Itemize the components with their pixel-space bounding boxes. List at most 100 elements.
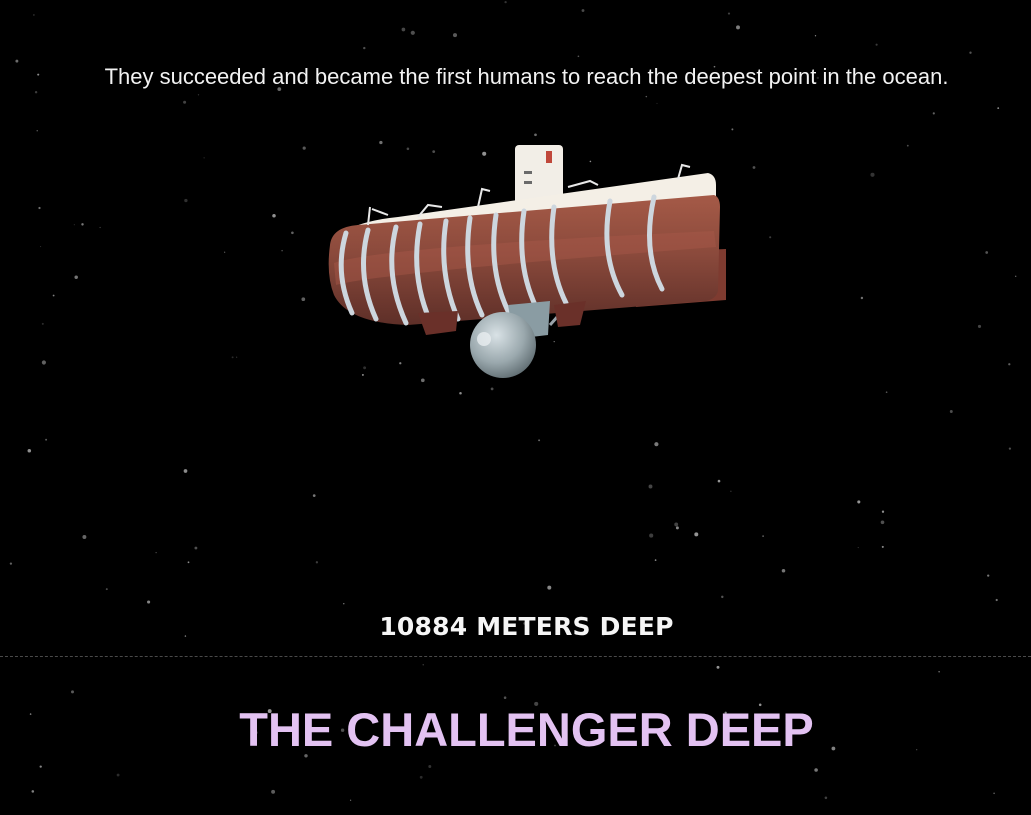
star	[814, 768, 818, 772]
star	[231, 356, 234, 359]
star	[649, 533, 654, 538]
star	[82, 535, 87, 539]
star	[33, 14, 35, 16]
star	[183, 100, 187, 104]
star	[648, 484, 653, 489]
star	[875, 43, 878, 46]
star	[116, 773, 120, 777]
star	[45, 438, 48, 441]
star	[39, 765, 42, 768]
star	[302, 146, 306, 150]
depth-divider-line	[0, 656, 1031, 657]
star	[73, 224, 75, 226]
star	[363, 46, 366, 50]
star	[1008, 447, 1012, 450]
starfield-background	[9, 0, 1017, 801]
star	[932, 112, 935, 115]
star	[155, 552, 157, 554]
star	[997, 107, 1000, 109]
star	[271, 789, 276, 794]
star	[343, 603, 345, 605]
star	[977, 324, 982, 328]
star	[272, 213, 276, 218]
star	[721, 595, 724, 599]
star	[762, 535, 764, 537]
star	[656, 102, 658, 104]
star	[41, 322, 44, 325]
star	[452, 33, 458, 38]
star	[504, 0, 507, 4]
star	[860, 296, 864, 300]
star	[38, 206, 41, 210]
star	[401, 27, 406, 32]
star	[654, 559, 657, 561]
depth-label: 10884 METERS DEEP	[379, 612, 674, 641]
star	[1014, 275, 1017, 278]
star	[645, 95, 648, 98]
zone-title: THE CHALLENGER DEEP	[239, 703, 814, 756]
star	[36, 130, 38, 132]
star	[985, 251, 989, 254]
story-caption: They succeeded and became the first huma…	[104, 64, 949, 89]
star	[885, 391, 888, 394]
star	[987, 574, 990, 577]
star	[880, 520, 885, 525]
star	[41, 360, 46, 365]
star	[224, 251, 226, 253]
star	[428, 765, 432, 768]
star	[301, 297, 306, 302]
star	[187, 561, 190, 564]
star	[857, 500, 861, 504]
star	[99, 226, 101, 229]
star	[752, 166, 756, 169]
star	[938, 671, 940, 673]
star	[419, 775, 423, 779]
star	[40, 246, 42, 248]
star	[881, 510, 885, 513]
star	[547, 585, 552, 590]
star	[538, 439, 541, 442]
star	[34, 91, 38, 94]
star	[730, 490, 732, 492]
star	[81, 223, 84, 226]
star	[1008, 363, 1011, 366]
star	[312, 494, 316, 497]
star	[184, 198, 188, 203]
star	[15, 59, 19, 63]
bathyscaphe-illustration	[318, 135, 738, 385]
star	[315, 561, 319, 564]
star	[71, 690, 74, 694]
star	[349, 799, 352, 801]
star	[731, 128, 734, 131]
star	[949, 410, 953, 413]
star	[906, 144, 909, 147]
star	[281, 249, 283, 252]
star	[459, 392, 462, 395]
star	[577, 55, 580, 58]
star	[31, 790, 35, 793]
star	[674, 522, 679, 527]
star	[727, 12, 731, 15]
star	[769, 236, 772, 239]
star	[503, 696, 507, 699]
star	[814, 35, 817, 37]
star	[824, 796, 828, 800]
star	[870, 172, 875, 177]
star	[203, 157, 205, 159]
star	[27, 448, 32, 453]
star	[291, 231, 294, 235]
star	[74, 275, 78, 280]
star	[105, 588, 108, 591]
star	[581, 9, 585, 12]
star	[410, 30, 415, 35]
star	[654, 442, 659, 447]
star	[236, 356, 238, 358]
bathyscaphe-trieste-icon	[328, 145, 726, 378]
star	[995, 598, 998, 602]
star	[857, 547, 859, 549]
star	[675, 526, 679, 530]
star	[194, 546, 198, 550]
star	[717, 479, 721, 483]
star	[490, 387, 494, 391]
star	[183, 469, 188, 473]
